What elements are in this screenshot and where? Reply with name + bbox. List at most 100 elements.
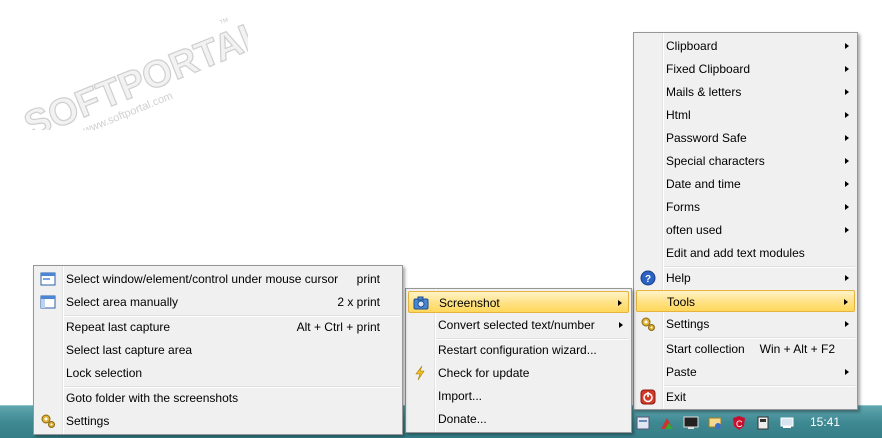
menu-item-forms[interactable]: Forms: [636, 196, 855, 218]
main-menu: Clipboard Fixed Clipboard Mails & letter…: [633, 32, 858, 410]
menu-item-clipboard[interactable]: Clipboard: [636, 35, 855, 57]
menu-item-label: Start collection: [666, 342, 745, 356]
menu-item-label: Select area manually: [66, 295, 179, 309]
menu-item-label: Donate...: [438, 412, 487, 426]
menu-item-password-safe[interactable]: Password Safe: [636, 127, 855, 149]
menu-item-help[interactable]: ? Help: [636, 267, 855, 289]
menu-item-exit[interactable]: Exit: [636, 386, 855, 408]
submenu-arrow-icon: [845, 181, 849, 187]
menu-item-label: Date and time: [666, 177, 741, 191]
menu-item-screenshot[interactable]: Screenshot: [408, 291, 629, 313]
submenu-arrow-icon: [845, 158, 849, 164]
menu-item-html[interactable]: Html: [636, 104, 855, 126]
gears-icon: [41, 414, 55, 428]
power-icon: [640, 389, 656, 405]
submenu-arrow-icon: [845, 204, 849, 210]
menu-item-label: Convert selected text/number: [438, 318, 595, 332]
svg-text:C: C: [736, 419, 743, 429]
system-tray: C 15:41: [632, 406, 882, 438]
menu-item-mails-letters[interactable]: Mails & letters: [636, 81, 855, 103]
softportal-watermark: SOFTPORTAL www.softportal.com ™: [18, 12, 248, 130]
menu-item-often-used[interactable]: often used: [636, 219, 855, 241]
tray-messenger-icon[interactable]: [707, 415, 723, 431]
help-icon: ?: [640, 270, 656, 286]
menu-item-label: Repeat last capture: [66, 320, 171, 334]
menu-item-label: Screenshot: [439, 296, 500, 310]
menu-item-shortcut: Win + Alt + F2: [759, 342, 835, 356]
menu-item-label: Html: [666, 108, 691, 122]
submenu-arrow-icon: [845, 112, 849, 118]
tray-computer-icon[interactable]: [779, 415, 795, 431]
screenshot-submenu: Select window/element/control under mous…: [33, 265, 403, 435]
menu-item-label: Clipboard: [666, 39, 718, 53]
tray-network-icon[interactable]: [659, 415, 675, 431]
menu-item-label: Exit: [666, 390, 687, 404]
tray-antivirus-icon[interactable]: C: [731, 415, 747, 431]
menu-item-check-update[interactable]: Check for update: [408, 362, 629, 384]
menu-item-label: Import...: [438, 389, 483, 403]
tray-monitor-icon[interactable]: [683, 415, 699, 431]
submenu-arrow-icon: [845, 66, 849, 72]
menu-item-convert-selected[interactable]: Convert selected text/number: [408, 314, 629, 336]
menu-item-label: Restart configuration wizard...: [438, 343, 597, 357]
tray-device-icon[interactable]: [755, 415, 771, 431]
menu-item-tools[interactable]: Tools: [636, 290, 855, 312]
menu-item-shortcut: print: [356, 272, 380, 286]
menu-item-label: Goto folder with the screenshots: [66, 391, 239, 405]
menu-item-label: Forms: [666, 200, 700, 214]
taskbar-clock[interactable]: 15:41: [810, 415, 840, 429]
submenu-arrow-icon: [619, 322, 623, 328]
submenu-arrow-icon: [845, 369, 849, 375]
menu-item-label: Select last capture area: [66, 343, 193, 357]
menu-item-select-area[interactable]: Select area manually 2 x print: [36, 291, 400, 313]
menu-item-label: Tools: [667, 295, 696, 309]
menu-item-label: Mails & letters: [666, 85, 742, 99]
menu-item-label: Settings: [66, 414, 110, 428]
menu-item-shortcut: 2 x print: [337, 295, 380, 309]
menu-item-special-characters[interactable]: Special characters: [636, 150, 855, 172]
gears-icon: [641, 317, 655, 331]
menu-item-label: Lock selection: [66, 366, 143, 380]
menu-item-label: Password Safe: [666, 131, 747, 145]
window-capture-icon: [40, 272, 56, 286]
menu-item-label: Help: [666, 271, 691, 285]
menu-item-select-window[interactable]: Select window/element/control under mous…: [36, 268, 400, 290]
menu-item-label: often used: [666, 223, 723, 237]
submenu-arrow-icon: [845, 135, 849, 141]
menu-item-label: Select window/element/control under mous…: [66, 272, 339, 286]
submenu-arrow-icon: [845, 227, 849, 233]
menu-item-donate[interactable]: Donate...: [408, 408, 629, 430]
menu-item-lock-selection[interactable]: Lock selection: [36, 362, 400, 384]
menu-item-date-and-time[interactable]: Date and time: [636, 173, 855, 195]
tray-app-icon[interactable]: [635, 415, 651, 431]
menu-item-label: Paste: [666, 365, 697, 379]
menu-item-restart-wizard[interactable]: Restart configuration wizard...: [408, 339, 629, 361]
menu-item-fixed-clipboard[interactable]: Fixed Clipboard: [636, 58, 855, 80]
submenu-arrow-icon: [845, 43, 849, 49]
menu-item-shortcut: Alt + Ctrl + print: [296, 320, 380, 334]
menu-item-select-last-area[interactable]: Select last capture area: [36, 339, 400, 361]
menu-item-start-collection[interactable]: Start collection Win + Alt + F2: [636, 338, 855, 360]
menu-item-goto-folder[interactable]: Goto folder with the screenshots: [36, 387, 400, 409]
menu-item-repeat-last[interactable]: Repeat last capture Alt + Ctrl + print: [36, 316, 400, 338]
menu-item-paste[interactable]: Paste: [636, 361, 855, 383]
submenu-arrow-icon: [845, 275, 849, 281]
submenu-arrow-icon: [844, 299, 848, 305]
lightning-icon: [415, 365, 425, 381]
menu-item-label: Check for update: [438, 366, 530, 380]
area-capture-icon: [40, 295, 56, 309]
menu-item-edit-add-text-modules[interactable]: Edit and add text modules: [636, 242, 855, 264]
menu-item-label: Edit and add text modules: [666, 246, 805, 260]
tools-submenu: Screenshot Convert selected text/number …: [405, 288, 632, 433]
menu-item-import[interactable]: Import...: [408, 385, 629, 407]
menu-item-screenshot-settings[interactable]: Settings: [36, 410, 400, 432]
svg-text:?: ?: [645, 274, 651, 285]
submenu-arrow-icon: [845, 321, 849, 327]
submenu-arrow-icon: [618, 300, 622, 306]
menu-item-label: Settings: [666, 317, 710, 331]
menu-item-settings[interactable]: Settings: [636, 313, 855, 335]
submenu-arrow-icon: [845, 89, 849, 95]
camera-icon: [413, 296, 429, 310]
menu-item-label: Special characters: [666, 154, 765, 168]
menu-item-label: Fixed Clipboard: [666, 62, 751, 76]
